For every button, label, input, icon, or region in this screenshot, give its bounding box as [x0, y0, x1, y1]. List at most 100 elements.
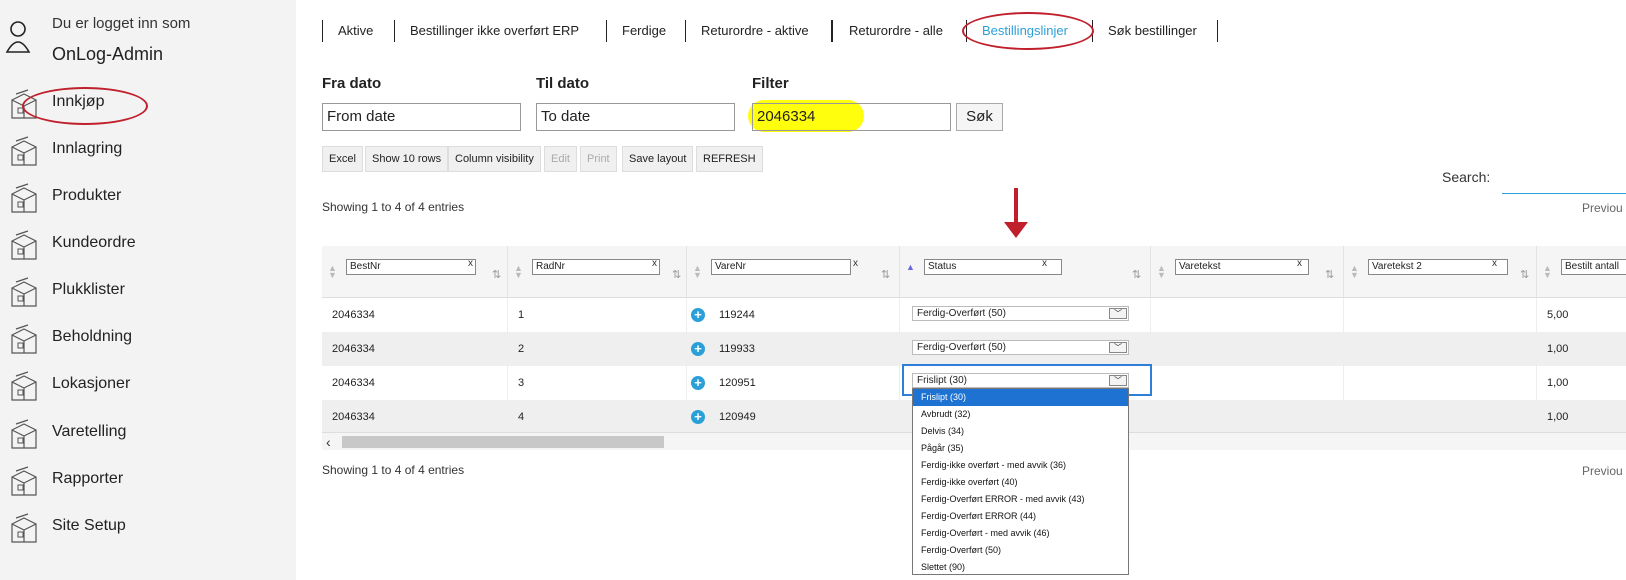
- excel-button[interactable]: Excel: [322, 146, 363, 172]
- status-option[interactable]: Delvis (34): [913, 423, 1128, 440]
- status-option[interactable]: Ferdig-Overført - med avvik (46): [913, 525, 1128, 542]
- chevron-down-icon: ﹀: [1109, 375, 1127, 386]
- sidebar-item-plukklister[interactable]: Plukklister: [0, 272, 296, 312]
- tab-separator: [1217, 20, 1218, 42]
- status-option[interactable]: Ferdig-ikke overført (40): [913, 474, 1128, 491]
- cell-varetekst: [1151, 298, 1344, 332]
- sidebar-item-label: Varetelling: [52, 423, 127, 440]
- status-select[interactable]: Ferdig-Overført (50) ﹀: [912, 306, 1129, 321]
- cell-bestnr: 2046334: [322, 400, 508, 434]
- column-header-status[interactable]: ▲ Status x ⇅: [900, 246, 1151, 298]
- cell-bestilt-antall: 5,00: [1537, 298, 1626, 332]
- column-header-bestnr[interactable]: ▲ ▼ BestNr x ⇅: [322, 246, 508, 298]
- tab-ferdige[interactable]: Ferdige: [622, 18, 666, 44]
- sidebar-item-label: Site Setup: [52, 517, 126, 534]
- filter-input[interactable]: 2046334: [752, 103, 951, 131]
- tab-returordre-alle[interactable]: Returordre - alle: [849, 18, 943, 44]
- status-option[interactable]: Ferdig-Overført ERROR - med avvik (43): [913, 491, 1128, 508]
- column-filter-input[interactable]: Varetekst 2: [1368, 259, 1508, 275]
- box-icon: [11, 136, 37, 166]
- sidebar-item-beholdning[interactable]: Beholdning: [0, 319, 296, 359]
- status-dropdown-list: Frislipt (30) Avbrudt (32) Delvis (34) P…: [912, 388, 1129, 575]
- clear-icon[interactable]: x: [1042, 258, 1047, 269]
- table-info-top: Showing 1 to 4 of 4 entries: [322, 200, 465, 214]
- status-option[interactable]: Ferdig-Overført (50): [913, 542, 1128, 559]
- sort-updown-icon: ▲ ▼: [514, 263, 523, 280]
- search-button[interactable]: Søk: [956, 103, 1003, 131]
- sidebar-item-kundeordre[interactable]: Kundeordre: [0, 225, 296, 265]
- previous-link-bottom[interactable]: Previou: [1582, 464, 1623, 478]
- column-header-varetekst[interactable]: ▲ ▼ Varetekst x ⇅: [1151, 246, 1344, 298]
- status-select-value: Frislipt (30): [917, 375, 968, 386]
- column-filter-input[interactable]: RadNr: [532, 259, 660, 275]
- tab-sok-bestillinger[interactable]: Søk bestillinger: [1108, 18, 1197, 44]
- status-select[interactable]: Ferdig-Overført (50) ﹀: [912, 340, 1129, 355]
- status-select-open[interactable]: Frislipt (30) ﹀: [912, 373, 1129, 388]
- sidebar-item-label: Beholdning: [52, 328, 133, 345]
- sidebar-item-label: Plukklister: [52, 281, 125, 298]
- cell-radnr: 2: [508, 332, 687, 366]
- status-option[interactable]: Frislipt (30): [913, 389, 1128, 406]
- scrollbar-thumb[interactable]: [342, 436, 664, 448]
- clear-icon[interactable]: x: [468, 258, 473, 269]
- column-header-varenr[interactable]: ▲ ▼ VareNr x ⇅: [687, 246, 900, 298]
- sort-icon[interactable]: ⇅: [881, 268, 890, 281]
- sidebar-item-rapporter[interactable]: Rapporter: [0, 461, 296, 501]
- status-option[interactable]: Ferdig-Overført ERROR (44): [913, 508, 1128, 525]
- sort-icon[interactable]: ⇅: [1520, 268, 1529, 281]
- status-option[interactable]: Slettet (90): [913, 559, 1128, 576]
- status-option[interactable]: Ferdig-ikke overført - med avvik (36): [913, 457, 1128, 474]
- save-layout-button[interactable]: Save layout: [622, 146, 694, 172]
- annotation-arrow: [1014, 188, 1018, 226]
- cell-varetekst2: [1344, 366, 1537, 400]
- expand-plus-icon[interactable]: +: [691, 308, 705, 322]
- clear-icon[interactable]: x: [652, 258, 657, 269]
- sort-icon[interactable]: ⇅: [672, 268, 681, 281]
- sort-icon[interactable]: ⇅: [1325, 268, 1334, 281]
- column-visibility-button[interactable]: Column visibility: [448, 146, 541, 172]
- column-header-varetekst2[interactable]: ▲ ▼ Varetekst 2 x ⇅: [1344, 246, 1537, 298]
- tab-separator: [685, 20, 686, 42]
- sidebar-item-produkter[interactable]: Produkter: [0, 178, 296, 218]
- column-header-bestilt-antall[interactable]: ▲ ▼ Bestilt antall: [1537, 246, 1626, 298]
- expand-plus-icon[interactable]: +: [691, 376, 705, 390]
- status-option[interactable]: Avbrudt (32): [913, 406, 1128, 423]
- tab-bestillinger-ikke-overfort[interactable]: Bestillinger ikke overført ERP: [410, 18, 579, 44]
- column-filter-input[interactable]: VareNr: [711, 259, 851, 275]
- sidebar-item-innlagring[interactable]: Innlagring: [0, 131, 296, 171]
- filter-label: Filter: [752, 75, 789, 92]
- column-filter-input[interactable]: Bestilt antall: [1561, 259, 1626, 275]
- cell-bestilt-antall: 1,00: [1537, 366, 1626, 400]
- tab-returordre-aktive[interactable]: Returordre - aktive: [701, 18, 809, 44]
- show-rows-button[interactable]: Show 10 rows: [365, 146, 449, 172]
- expand-plus-icon[interactable]: +: [691, 342, 705, 356]
- annotation-circle-innkjop: [22, 87, 148, 125]
- column-filter-input[interactable]: BestNr: [346, 259, 476, 275]
- box-icon: [11, 324, 37, 354]
- to-date-input[interactable]: To date: [536, 103, 735, 131]
- from-date-input[interactable]: From date: [322, 103, 521, 131]
- previous-link-top[interactable]: Previou: [1582, 201, 1623, 215]
- clear-icon[interactable]: x: [1297, 258, 1302, 269]
- box-icon: [11, 513, 37, 543]
- scroll-left-icon[interactable]: ‹: [326, 434, 331, 450]
- cell-varetekst2: [1344, 298, 1537, 332]
- print-button[interactable]: Print: [580, 146, 617, 172]
- edit-button[interactable]: Edit: [544, 146, 577, 172]
- sidebar-item-varetelling[interactable]: Varetelling: [0, 414, 296, 454]
- search-input[interactable]: [1502, 166, 1626, 194]
- clear-icon[interactable]: x: [853, 258, 858, 269]
- tab-aktive[interactable]: Aktive: [338, 18, 373, 44]
- column-filter-input[interactable]: Varetekst: [1175, 259, 1309, 275]
- expand-plus-icon[interactable]: +: [691, 410, 705, 424]
- sort-icon[interactable]: ⇅: [492, 268, 501, 281]
- refresh-button[interactable]: REFRESH: [696, 146, 763, 172]
- sidebar-item-lokasjoner[interactable]: Lokasjoner: [0, 366, 296, 406]
- sidebar-item-site-setup[interactable]: Site Setup: [0, 508, 296, 548]
- sort-updown-icon: ▲ ▼: [693, 263, 702, 280]
- sort-icon[interactable]: ⇅: [1132, 268, 1141, 281]
- column-header-radnr[interactable]: ▲ ▼ RadNr x ⇅: [508, 246, 687, 298]
- tab-separator: [394, 20, 395, 42]
- status-option[interactable]: Pågår (35): [913, 440, 1128, 457]
- clear-icon[interactable]: x: [1492, 258, 1497, 269]
